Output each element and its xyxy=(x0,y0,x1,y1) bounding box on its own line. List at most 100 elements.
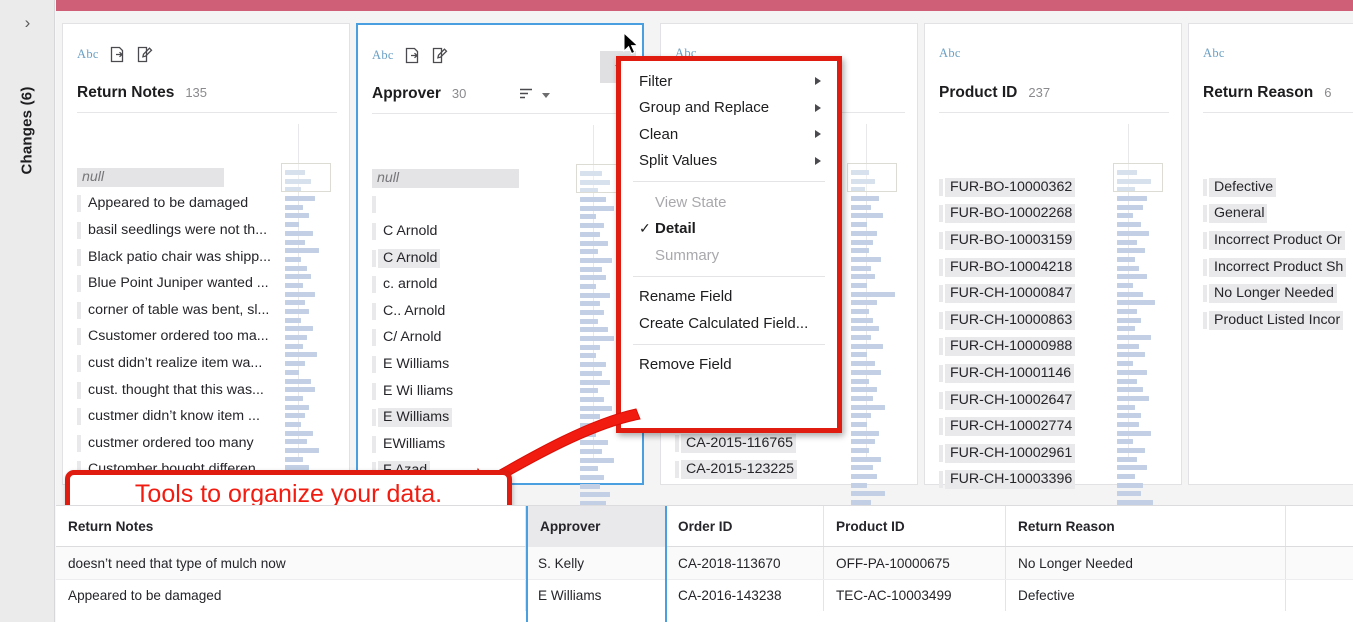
histogram-bar[interactable] xyxy=(1117,465,1147,471)
histogram-bar[interactable] xyxy=(285,343,303,349)
histogram-bar[interactable] xyxy=(580,362,606,368)
histogram-bar[interactable] xyxy=(580,440,608,446)
histogram-bar[interactable] xyxy=(580,292,610,298)
table-cell[interactable]: TEC-AC-10003499 xyxy=(824,580,1006,611)
value-row[interactable]: General xyxy=(1203,201,1353,228)
histogram-bar[interactable] xyxy=(285,282,303,288)
changes-sidebar[interactable]: › Changes (6) xyxy=(0,0,55,622)
sort-icon[interactable] xyxy=(519,87,535,104)
histogram-bar[interactable] xyxy=(851,248,869,254)
histogram-bar[interactable] xyxy=(851,448,869,453)
histogram-bar[interactable] xyxy=(1117,439,1133,445)
export-field-icon[interactable] xyxy=(110,46,126,63)
histogram-bar[interactable] xyxy=(580,422,606,428)
export-field-icon[interactable] xyxy=(405,47,421,64)
value-row[interactable]: Incorrect Product Sh xyxy=(1203,254,1353,281)
edit-field-icon[interactable] xyxy=(137,46,153,63)
profile-card-product-id[interactable]: Abc Product ID 237 FUR-BO-10000362 FUR-BO… xyxy=(924,23,1182,514)
histogram-bar[interactable] xyxy=(1117,404,1135,410)
histogram-bar[interactable] xyxy=(851,274,875,280)
histogram-bar[interactable] xyxy=(285,213,309,219)
histogram-bar[interactable] xyxy=(851,282,867,288)
histogram-bar[interactable] xyxy=(1117,361,1133,367)
edit-field-icon[interactable] xyxy=(432,47,448,64)
histogram-bar[interactable] xyxy=(580,310,604,315)
histogram-bar[interactable] xyxy=(851,465,873,471)
histogram-bar[interactable] xyxy=(285,326,313,332)
histogram-bar[interactable] xyxy=(580,197,606,203)
histogram-bar[interactable] xyxy=(851,482,867,488)
table-cell[interactable]: OFF-PA-10000675 xyxy=(824,547,1006,579)
data-grid[interactable]: Return Notes Approver Order IDProduct IDRe… xyxy=(56,505,1353,622)
histogram-bar[interactable] xyxy=(1117,282,1133,288)
histogram-bar[interactable] xyxy=(851,291,895,297)
histogram-selection-box[interactable] xyxy=(1113,163,1163,192)
histogram-bar[interactable] xyxy=(580,336,614,342)
menu-item[interactable]: ✓ Detail xyxy=(621,216,837,243)
histogram-bar[interactable] xyxy=(580,396,604,402)
histogram-bar[interactable] xyxy=(580,223,604,229)
histogram-bar[interactable] xyxy=(1117,309,1137,314)
histogram-bar[interactable] xyxy=(1117,343,1139,349)
histogram-bar[interactable] xyxy=(580,414,600,420)
table-cell[interactable]: Appeared to be damaged xyxy=(56,580,526,611)
histogram-bar[interactable] xyxy=(851,474,877,480)
profile-card-return-notes[interactable]: Abc Return Notes 135 null Appeared to be … xyxy=(62,23,350,514)
histogram-bar[interactable] xyxy=(580,240,608,246)
histogram-bar[interactable] xyxy=(851,317,873,323)
histogram-bar[interactable] xyxy=(580,483,600,489)
histogram-bar[interactable] xyxy=(580,266,602,272)
histogram-bar[interactable] xyxy=(285,352,317,358)
histogram-bar[interactable] xyxy=(580,205,614,211)
histogram-bar[interactable] xyxy=(285,421,301,427)
histogram-bar[interactable] xyxy=(1117,196,1147,202)
histogram-bar[interactable] xyxy=(851,239,873,245)
menu-item[interactable]: Clean xyxy=(621,121,837,148)
histogram-bar[interactable] xyxy=(851,491,885,497)
histogram-selection-box[interactable] xyxy=(281,163,331,192)
histogram-bar[interactable] xyxy=(851,352,867,358)
histogram-bar[interactable] xyxy=(285,430,313,436)
histogram-bar[interactable] xyxy=(580,301,600,307)
value-row[interactable]: Product Listed Incor xyxy=(1203,307,1353,334)
histogram-bar[interactable] xyxy=(285,256,301,262)
histogram-bar[interactable] xyxy=(580,379,610,385)
histogram-bar[interactable] xyxy=(580,231,600,237)
chevron-right-icon[interactable]: › xyxy=(0,14,55,31)
histogram-bar[interactable] xyxy=(1117,352,1145,358)
histogram-bar[interactable] xyxy=(285,439,307,445)
histogram-bar[interactable] xyxy=(1117,456,1137,462)
histogram-bar[interactable] xyxy=(851,213,883,219)
menu-item[interactable]: Split Values xyxy=(621,148,837,175)
menu-item[interactable]: Filter xyxy=(621,68,837,95)
histogram-bar[interactable] xyxy=(1117,317,1141,323)
histogram-bar[interactable] xyxy=(851,196,879,202)
histogram-bar[interactable] xyxy=(851,439,875,445)
histogram-bar[interactable] xyxy=(285,274,311,280)
histogram-bar[interactable] xyxy=(851,387,877,393)
histogram-bar[interactable] xyxy=(1117,222,1141,228)
histogram-bar[interactable] xyxy=(1117,474,1135,480)
histogram-bar[interactable] xyxy=(580,249,598,255)
histogram-bar[interactable] xyxy=(580,388,598,394)
histogram-bar[interactable] xyxy=(580,457,614,463)
histogram-bar[interactable] xyxy=(285,404,309,410)
histogram-bar[interactable] xyxy=(851,456,881,462)
histogram-bar[interactable] xyxy=(851,265,871,271)
histogram-bar[interactable] xyxy=(580,370,602,376)
histogram-bar[interactable] xyxy=(580,431,596,437)
menu-item[interactable]: Rename Field xyxy=(621,284,837,311)
histogram-bar[interactable] xyxy=(580,344,600,350)
histogram-bar[interactable] xyxy=(580,475,604,481)
histogram-bar[interactable] xyxy=(1117,378,1137,384)
histogram-selection-box[interactable] xyxy=(847,163,897,192)
histogram-bar[interactable] xyxy=(851,204,871,210)
histogram-bar[interactable] xyxy=(285,309,309,314)
histogram-bar[interactable] xyxy=(285,413,305,419)
histogram-bar[interactable] xyxy=(285,395,303,401)
histogram-bar[interactable] xyxy=(580,327,608,333)
table-row[interactable]: Appeared to be damaged E Williams CA-2016-… xyxy=(56,579,1353,611)
histogram-bar[interactable] xyxy=(1117,395,1149,401)
histogram-bar[interactable] xyxy=(851,326,879,332)
histogram-bar[interactable] xyxy=(580,318,598,324)
